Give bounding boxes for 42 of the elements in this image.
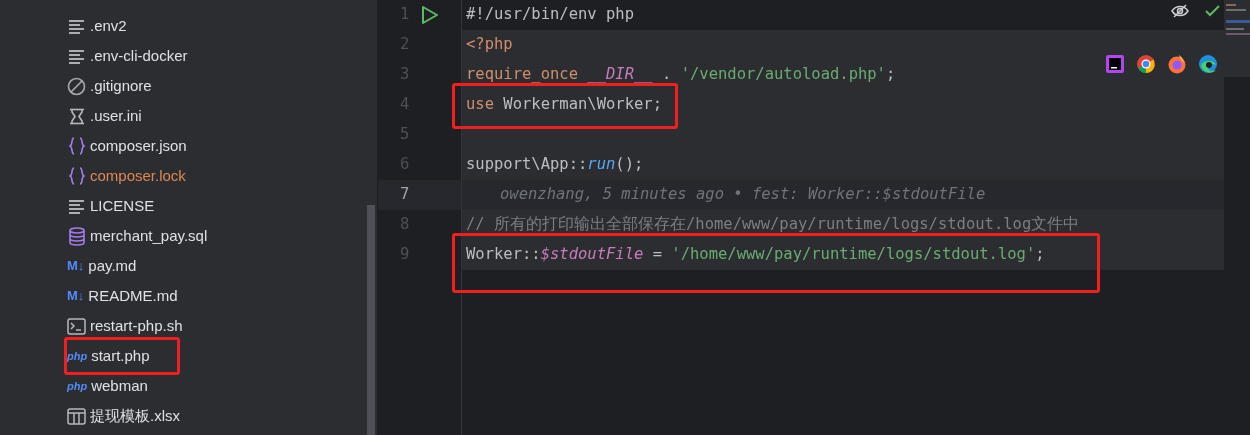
scrollbar[interactable] xyxy=(367,205,375,435)
markdown-icon: M↓ xyxy=(67,256,85,276)
file-name[interactable]: 提现模板.xlsx xyxy=(90,404,180,428)
code-line: require_once __DIR__ . '/vendor/autoload.php'; xyxy=(466,64,896,86)
table-icon xyxy=(67,406,86,426)
code-line: #!/usr/bin/env php xyxy=(466,4,634,26)
phpstorm-logo-icon[interactable] xyxy=(1105,54,1125,74)
code-line: <?php xyxy=(466,34,513,56)
spool-icon xyxy=(67,106,86,126)
php-icon: php xyxy=(67,376,88,396)
code-line: // 所有的打印输出全部保存在/home/www/pay/runtime/logs/stdout.log文件中 xyxy=(466,214,1080,236)
edge-logo-icon[interactable] xyxy=(1198,54,1218,74)
file-name[interactable]: webman xyxy=(91,374,148,398)
firefox-logo-icon[interactable] xyxy=(1167,54,1187,74)
blame-annotation: owenzhang, 5 minutes ago • fest: Worker::$stdoutFile xyxy=(499,184,986,206)
terminal-icon xyxy=(67,316,86,336)
file-name[interactable]: README.md xyxy=(88,284,178,308)
markdown-icon: M↓ xyxy=(67,286,85,306)
eye-crossed-icon[interactable] xyxy=(1171,4,1189,18)
file-name[interactable]: pay.md xyxy=(88,254,137,278)
file-name[interactable]: restart-php.sh xyxy=(90,314,183,338)
code-line: support\App::run(); xyxy=(466,154,644,176)
database-icon xyxy=(67,226,86,246)
prohibited-icon xyxy=(67,76,86,96)
file-name[interactable]: composer.json xyxy=(90,134,187,158)
line-number: 7 xyxy=(400,184,410,206)
code-line: Worker::$stdoutFile = '/home/www/pay/runtime/logs/stdout.log'; xyxy=(466,244,1045,266)
braces-icon xyxy=(67,166,86,186)
checkmark-icon[interactable] xyxy=(1205,5,1220,17)
file-name[interactable]: LICENSE xyxy=(90,194,155,218)
code-line: use Workerman\Worker; xyxy=(466,94,662,116)
file-name[interactable]: composer.lock xyxy=(90,164,186,188)
file-name[interactable]: .gitignore xyxy=(90,74,152,98)
file-name[interactable]: .env2 xyxy=(90,14,127,38)
file-name[interactable]: .user.ini xyxy=(90,104,142,128)
braces-icon xyxy=(67,136,86,156)
run-icon[interactable] xyxy=(421,5,440,25)
file-name[interactable]: start.php xyxy=(91,344,150,368)
file-name[interactable]: .env-cli-docker xyxy=(90,44,188,68)
file-name[interactable]: merchant_pay.sql xyxy=(90,224,208,248)
php-icon: php xyxy=(67,346,88,366)
chrome-logo-icon[interactable] xyxy=(1136,54,1156,74)
